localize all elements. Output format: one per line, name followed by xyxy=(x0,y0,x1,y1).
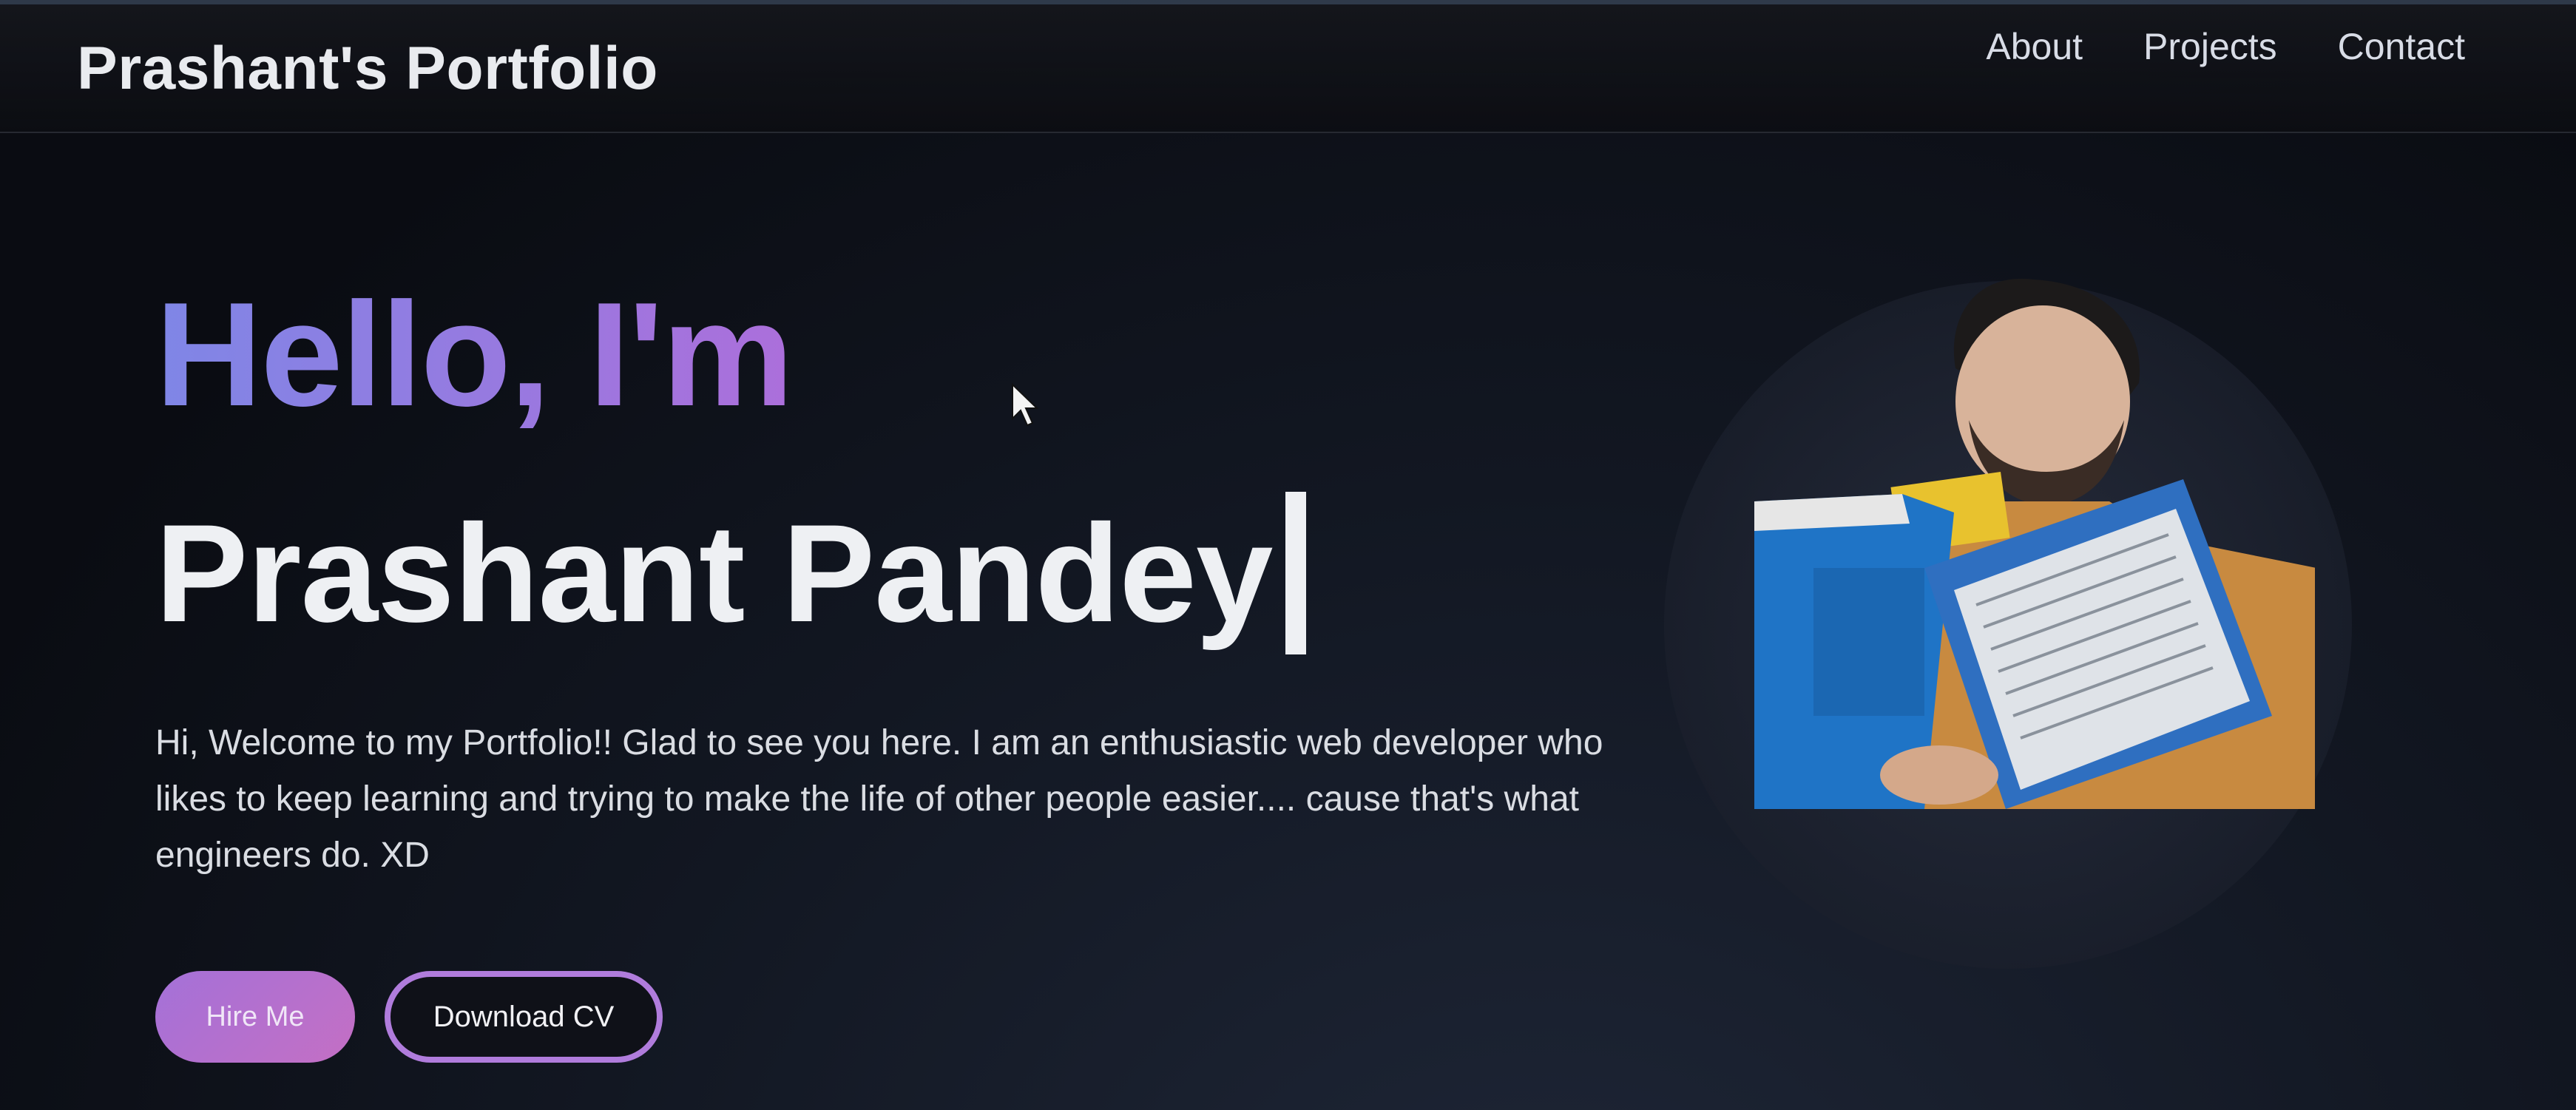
brand-title: Prashant's Portfolio xyxy=(77,35,658,102)
nav-links: About Projects Contact xyxy=(1986,25,2465,68)
navbar: Prashant's Portfolio About Projects Cont… xyxy=(0,4,2576,133)
profile-photo-illustration xyxy=(1754,278,2315,809)
nav-link-about[interactable]: About xyxy=(1986,25,2083,68)
hero-greeting: Hello, I'm xyxy=(155,281,1634,429)
nav-link-contact[interactable]: Contact xyxy=(2338,25,2465,68)
nav-link-projects[interactable]: Projects xyxy=(2143,25,2277,68)
hero-name: Prashant Pandey xyxy=(155,495,1273,651)
typing-caret xyxy=(1285,492,1307,654)
hero-intro: Hi, Welcome to my Portfolio!! Glad to se… xyxy=(155,723,1603,875)
hire-me-button[interactable]: Hire Me xyxy=(155,971,355,1063)
profile-photo xyxy=(1754,257,2315,809)
download-cv-button[interactable]: Download CV xyxy=(385,971,663,1063)
mouse-pointer-icon xyxy=(1012,383,1039,427)
hero-buttons: Hire Me Download CV xyxy=(155,971,1634,1063)
hero-section: Hello, I'm Prashant Pandey Hi, Welcome t… xyxy=(155,281,1634,1063)
hero-name-row: Prashant Pandey xyxy=(155,492,1634,654)
